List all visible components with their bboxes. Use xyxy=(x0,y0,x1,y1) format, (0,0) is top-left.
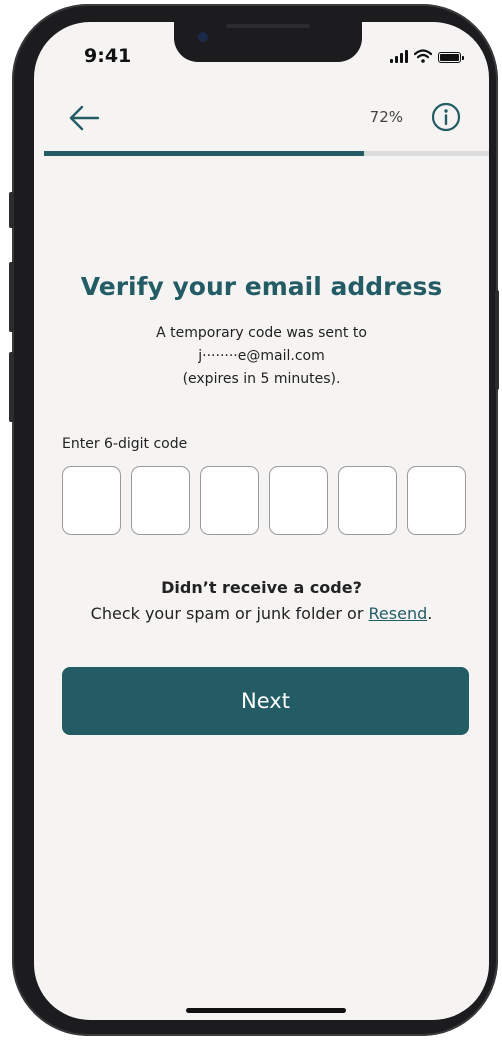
code-digit-input[interactable] xyxy=(131,466,190,535)
progress-bar xyxy=(44,151,489,156)
status-time: 9:41 xyxy=(84,45,132,67)
info-circle-icon xyxy=(431,102,461,132)
code-digit-input[interactable] xyxy=(62,466,121,535)
code-input-row xyxy=(62,466,466,535)
mute-switch xyxy=(9,192,14,228)
progress-percent: 72% xyxy=(369,108,403,126)
no-code-help: Check your spam or junk folder or Resend… xyxy=(34,604,489,623)
code-digit-input[interactable] xyxy=(338,466,397,535)
screen: 9:41 72% Verify your email address A tem… xyxy=(34,22,489,1020)
speaker xyxy=(226,24,310,28)
page-title: Verify your email address xyxy=(80,272,443,301)
signal-icon xyxy=(390,50,408,63)
top-bar: 72% xyxy=(34,98,489,138)
home-indicator xyxy=(186,1008,346,1013)
status-icons xyxy=(390,49,464,63)
resend-link[interactable]: Resend xyxy=(369,604,428,623)
notch xyxy=(174,22,362,62)
progress-bar-fill xyxy=(44,151,365,156)
subtitle-line-3: (expires in 5 minutes). xyxy=(182,371,341,387)
masked-email: j········e@mail.com xyxy=(198,348,325,364)
code-digit-input[interactable] xyxy=(407,466,466,535)
front-camera xyxy=(198,32,208,42)
back-button[interactable] xyxy=(64,102,104,134)
code-digit-input[interactable] xyxy=(200,466,259,535)
help-text: Check your spam or junk folder or xyxy=(90,604,369,623)
info-button[interactable] xyxy=(431,102,461,132)
power-button xyxy=(495,290,499,390)
page-subtitle: A temporary code was sent to j········e@… xyxy=(34,322,489,391)
next-button[interactable]: Next xyxy=(62,667,469,735)
code-label: Enter 6-digit code xyxy=(62,436,188,452)
volume-down-button xyxy=(9,352,14,422)
volume-up-button xyxy=(9,262,14,332)
subtitle-line-1: A temporary code was sent to xyxy=(156,325,367,341)
no-code-heading: Didn’t receive a code? xyxy=(161,578,362,597)
code-digit-input[interactable] xyxy=(269,466,328,535)
arrow-left-icon xyxy=(69,105,100,131)
wifi-icon xyxy=(414,49,432,63)
battery-icon xyxy=(438,52,464,63)
help-period: . xyxy=(427,604,433,623)
